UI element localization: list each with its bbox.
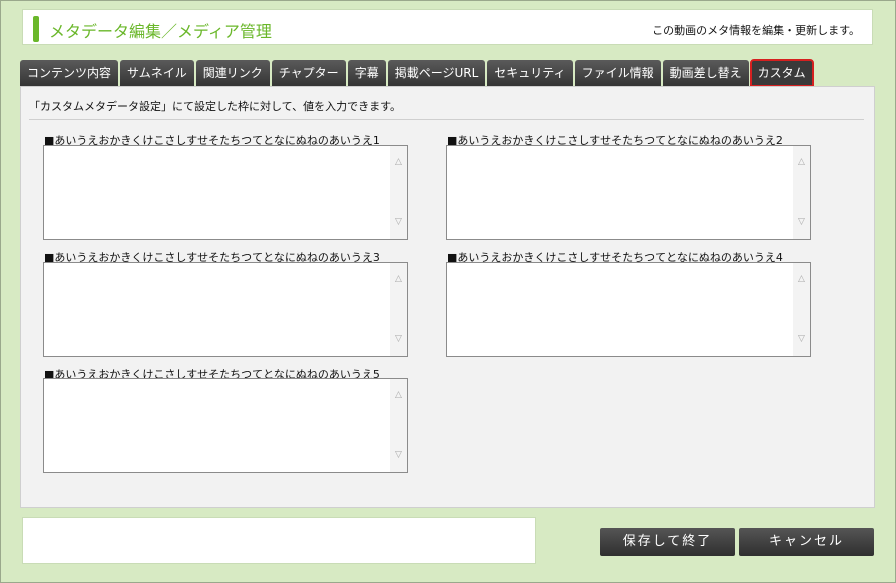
cancel-button[interactable]: キャンセル	[739, 528, 874, 556]
scrollbar[interactable]: △ ▽	[390, 263, 407, 356]
header-accent-bar	[33, 16, 39, 42]
page-description: この動画のメタ情報を編集・更新します。	[652, 24, 860, 37]
tab-thumbnail[interactable]: サムネイル	[120, 60, 194, 86]
scrollbar[interactable]: △ ▽	[793, 146, 810, 239]
tab-file-info[interactable]: ファイル情報	[574, 60, 661, 86]
panel-divider	[29, 119, 864, 120]
custom-field-1-textarea[interactable]: △ ▽	[43, 145, 408, 240]
scrollbar[interactable]: △ ▽	[390, 146, 407, 239]
tab-related-links[interactable]: 関連リンク	[195, 60, 270, 86]
chevron-up-icon[interactable]: △	[394, 275, 403, 284]
custom-field-3-textarea[interactable]: △ ▽	[43, 262, 408, 357]
tab-video-replace[interactable]: 動画差し替え	[662, 60, 749, 86]
tab-content[interactable]: コンテンツ内容	[20, 60, 119, 86]
chevron-up-icon[interactable]: △	[394, 391, 403, 400]
chevron-down-icon[interactable]: ▽	[394, 451, 403, 460]
page-header: メタデータ編集／メディア管理 この動画のメタ情報を編集・更新します。	[22, 9, 873, 45]
chevron-up-icon[interactable]: △	[394, 158, 403, 167]
chevron-down-icon[interactable]: ▽	[394, 218, 403, 227]
custom-panel: 「カスタムメタデータ設定」にて設定した枠に対して、値を入力できます。 ■あいうえ…	[20, 86, 875, 508]
scrollbar[interactable]: △ ▽	[390, 379, 407, 472]
tab-chapter[interactable]: チャプター	[271, 60, 346, 86]
chevron-up-icon[interactable]: △	[797, 158, 806, 167]
scrollbar[interactable]: △ ▽	[793, 263, 810, 356]
custom-field-2-textarea[interactable]: △ ▽	[446, 145, 811, 240]
tab-custom[interactable]: カスタム	[749, 59, 814, 87]
tab-security[interactable]: セキュリティ	[487, 60, 573, 86]
panel-instruction: 「カスタムメタデータ設定」にて設定した枠に対して、値を入力できます。	[29, 100, 402, 113]
chevron-down-icon[interactable]: ▽	[797, 335, 806, 344]
save-and-exit-button[interactable]: 保存して終了	[600, 528, 735, 556]
message-area	[22, 517, 536, 564]
page-title: メタデータ編集／メディア管理	[49, 22, 272, 41]
tab-bar: コンテンツ内容 サムネイル 関連リンク チャプター 字幕 掲載ページURL セキ…	[20, 59, 814, 87]
chevron-up-icon[interactable]: △	[797, 275, 806, 284]
chevron-down-icon[interactable]: ▽	[394, 335, 403, 344]
tab-subtitles[interactable]: 字幕	[347, 60, 386, 86]
tab-page-url[interactable]: 掲載ページURL	[387, 60, 486, 86]
custom-field-5-textarea[interactable]: △ ▽	[43, 378, 408, 473]
chevron-down-icon[interactable]: ▽	[797, 218, 806, 227]
custom-field-4-textarea[interactable]: △ ▽	[446, 262, 811, 357]
